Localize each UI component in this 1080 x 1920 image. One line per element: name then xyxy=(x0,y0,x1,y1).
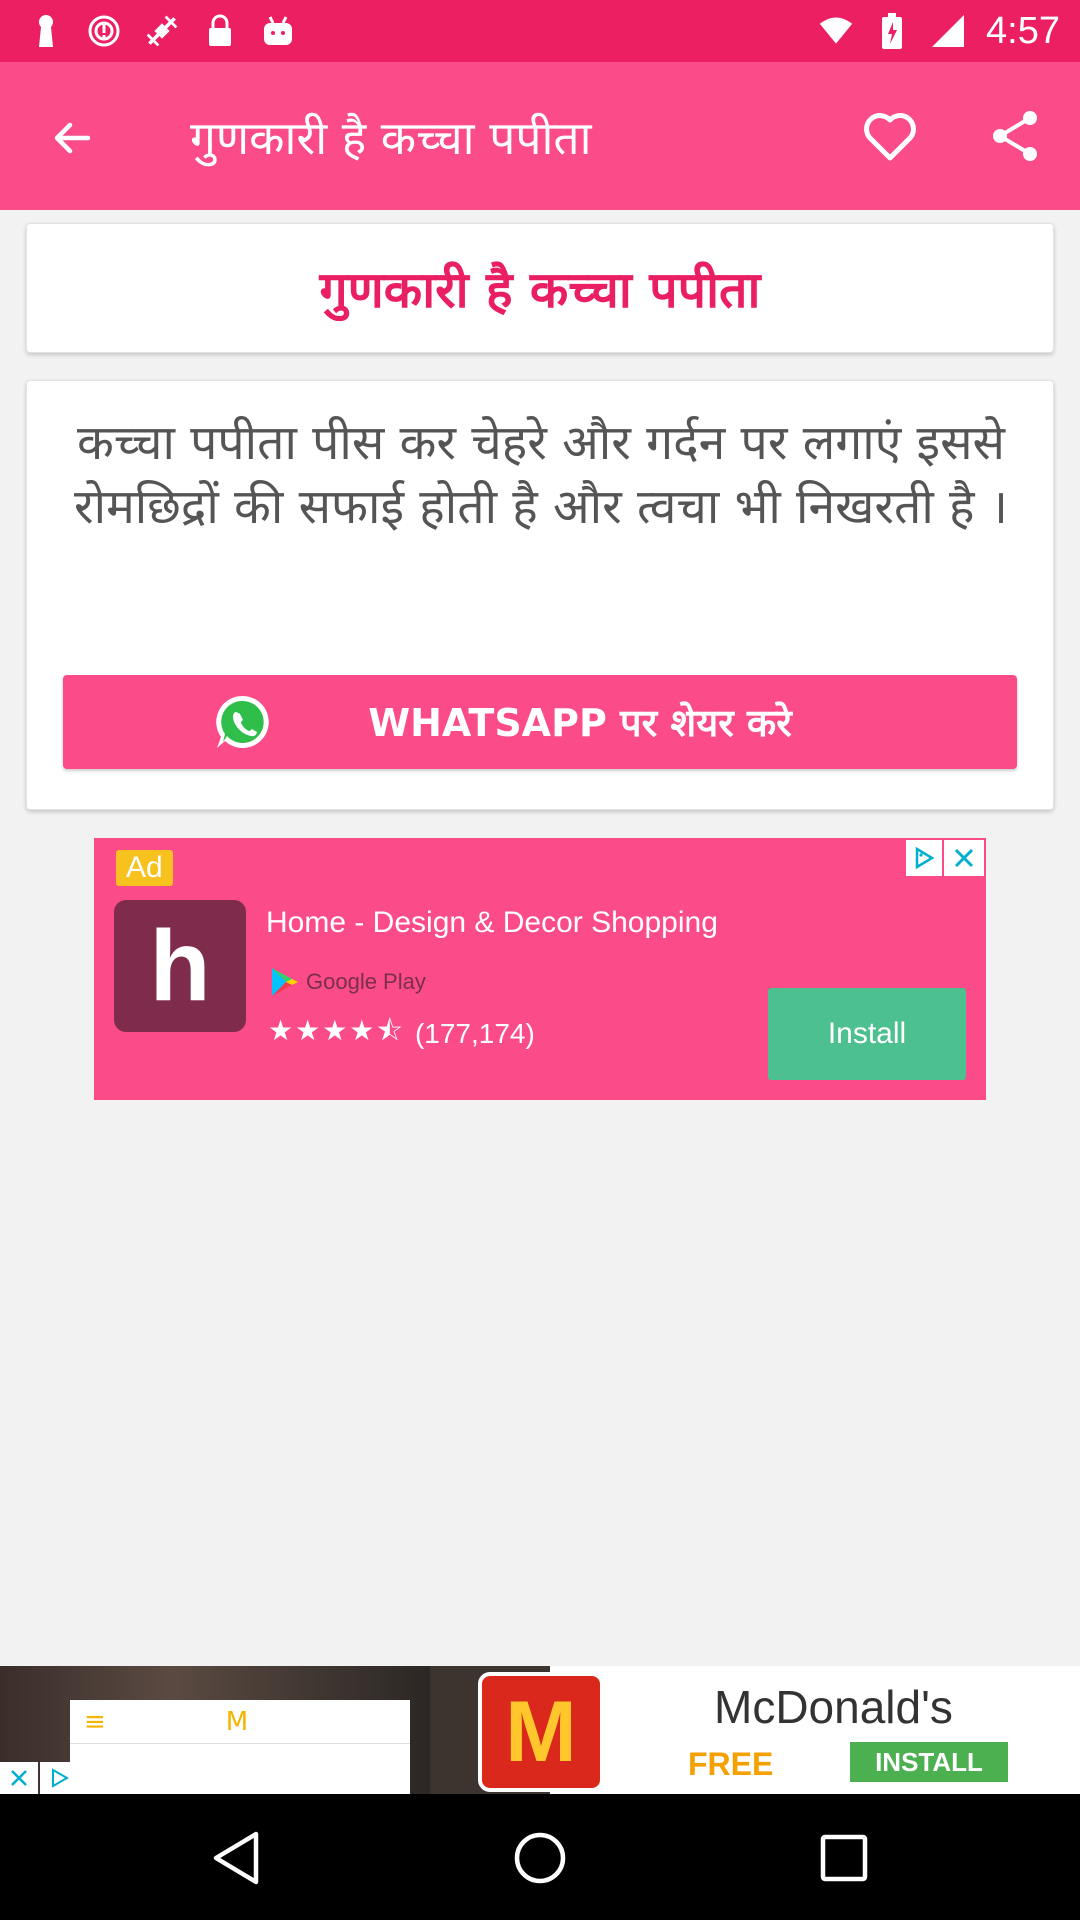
nav-home-icon xyxy=(514,1832,566,1884)
mcdonalds-logo-letter: M xyxy=(505,1684,577,1780)
banner-ad[interactable]: ≡ M M McDonald's FREE INSTALL xyxy=(0,1666,1080,1794)
ad-rating: ★★★★⯪ (177,174) xyxy=(268,1010,535,1058)
ad-close-button[interactable] xyxy=(944,840,984,876)
article-heading: गुणकारी है कच्चा पपीता xyxy=(319,261,761,319)
ad-store-row: Google Play xyxy=(268,966,426,998)
article-body: कच्चा पपीता पीस कर चेहरे और गर्दन पर लगा… xyxy=(74,415,1008,535)
close-icon xyxy=(11,1770,27,1786)
banner-close-button[interactable] xyxy=(0,1762,38,1794)
ad-app-logo[interactable]: h xyxy=(114,900,246,1032)
ad-rating-count: (177,174) xyxy=(414,1018,535,1049)
nav-back-icon xyxy=(213,1831,259,1885)
lock-icon xyxy=(202,13,238,49)
signal-icon xyxy=(930,13,966,49)
back-button[interactable] xyxy=(36,102,108,174)
system-nav-bar xyxy=(0,1794,1080,1920)
heading-card: गुणकारी है कच्चा पपीता xyxy=(26,223,1054,353)
content-card: कच्चा पपीता पीस कर चेहरे और गर्दन पर लगा… xyxy=(26,380,1054,810)
ad-logo-letter: h xyxy=(149,910,211,1022)
status-time: 4:57 xyxy=(986,9,1060,52)
ad-install-button[interactable]: Install xyxy=(768,988,966,1080)
heart-outline-icon xyxy=(864,113,916,161)
banner-brand: McDonald's xyxy=(714,1681,953,1733)
share-button[interactable] xyxy=(978,98,1054,174)
favorite-button[interactable] xyxy=(852,98,928,174)
ad-title[interactable]: Home - Design & Decor Shopping xyxy=(266,906,718,940)
nav-back-button[interactable] xyxy=(200,1822,272,1894)
star-rating-icon: ★★★★⯪ xyxy=(268,1015,405,1046)
fake-gps-icon xyxy=(144,13,180,49)
nav-home-button[interactable] xyxy=(504,1822,576,1894)
whatsapp-icon xyxy=(216,695,269,748)
native-ad[interactable]: Ad h Home - Design & Decor Shopping Goog… xyxy=(94,838,986,1100)
menu-icon: ≡ xyxy=(84,1706,106,1737)
whatsapp-button-label: WHATSAPP पर शेयर करे xyxy=(368,701,792,745)
adchoices-icon xyxy=(52,1768,70,1788)
arrow-left-icon xyxy=(54,122,91,154)
google-play-icon xyxy=(272,968,298,996)
android-icon xyxy=(260,13,296,49)
alert-icon xyxy=(86,13,122,49)
ad-store-label: Google Play xyxy=(306,969,426,994)
share-icon xyxy=(993,111,1037,161)
adchoices-button[interactable] xyxy=(906,840,942,876)
banner-adchoices-button[interactable] xyxy=(40,1762,80,1794)
whatsapp-share-button[interactable]: WHATSAPP पर शेयर करे xyxy=(63,675,1017,769)
banner-install-button[interactable]: INSTALL xyxy=(850,1742,1008,1782)
toolbar-title: गुणकारी है कच्चा पपीता xyxy=(190,111,592,165)
nav-recents-icon xyxy=(820,1834,868,1882)
app-toolbar: गुणकारी है कच्चा पपीता xyxy=(0,62,1080,210)
status-bar: 4:57 xyxy=(0,0,1080,62)
banner-phone-image: ≡ M xyxy=(70,1700,410,1794)
banner-phone-logo: M xyxy=(225,1706,249,1737)
banner-free-label: FREE xyxy=(688,1746,774,1782)
battery-icon xyxy=(874,13,910,49)
close-icon xyxy=(954,848,974,868)
wifi-icon xyxy=(818,13,854,49)
ad-badge: Ad xyxy=(116,850,173,886)
adchoices-icon xyxy=(915,846,935,870)
keyhole-icon xyxy=(28,13,64,49)
nav-recents-button[interactable] xyxy=(808,1822,880,1894)
mcdonalds-logo: M xyxy=(478,1672,604,1792)
